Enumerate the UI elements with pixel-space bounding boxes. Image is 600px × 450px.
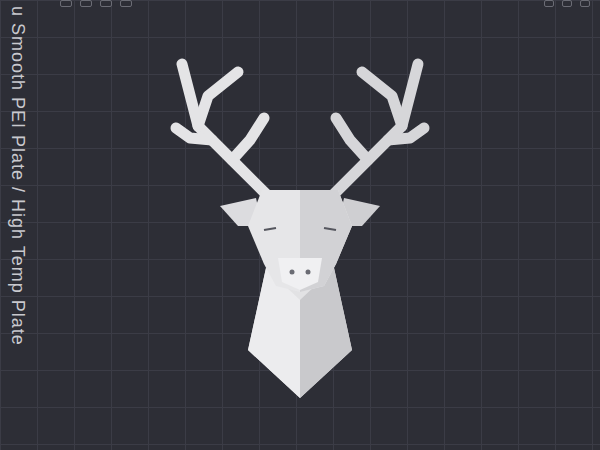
slicer-viewport[interactable]: u Smooth PEI Plate / High Temp Plate [0,0,600,450]
toolbar-icon[interactable] [120,0,132,7]
toolbar-icon[interactable] [100,0,112,7]
toolbar-icon[interactable] [562,0,572,7]
toolbar-icon[interactable] [60,0,72,7]
toolbar-icon[interactable] [80,0,92,7]
plate-type-label: u Smooth PEI Plate / High Temp Plate [4,6,31,346]
toolbar-icon[interactable] [580,0,590,7]
deer-head-model-icon[interactable] [0,0,600,450]
top-toolbar [60,0,590,7]
toolbar-icon[interactable] [544,0,554,7]
